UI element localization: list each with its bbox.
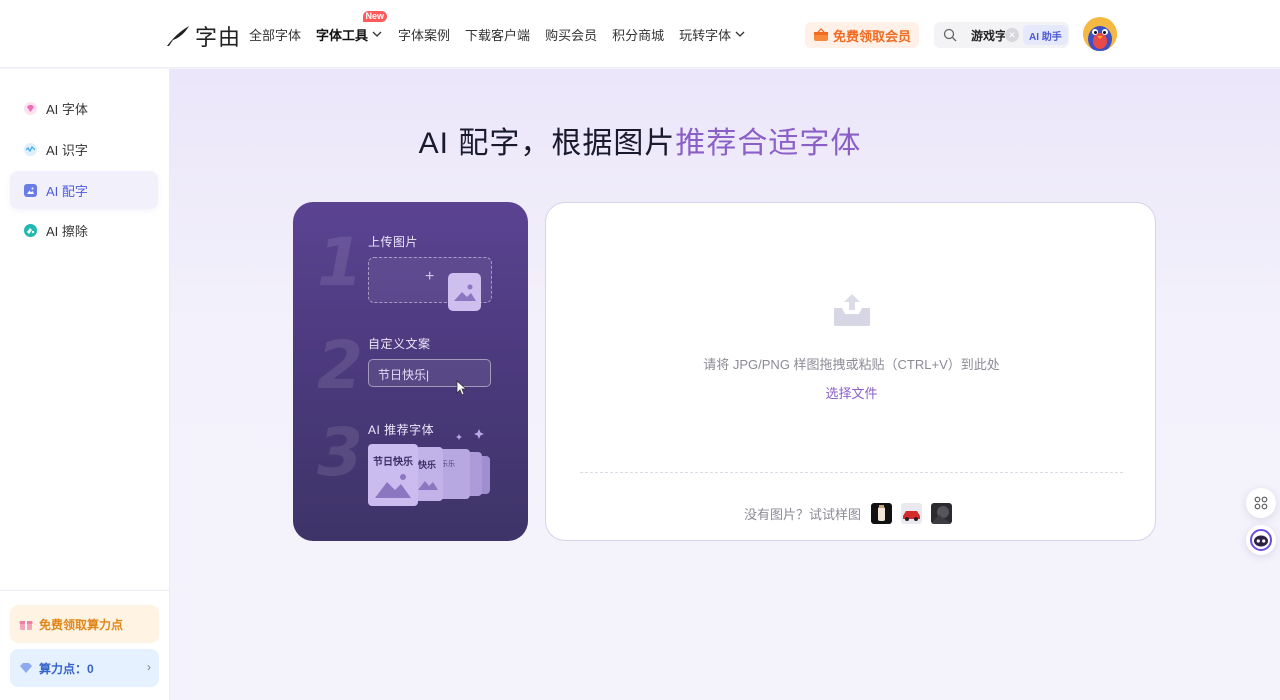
step-label: AI 推荐字体 xyxy=(368,423,435,437)
logo[interactable]: 字由 xyxy=(165,20,241,52)
search-bar: ✕ AI 助手 xyxy=(934,22,1069,48)
ai-helper-button[interactable]: AI 助手 xyxy=(1023,25,1068,45)
plus-icon: + xyxy=(425,268,435,285)
nav-label: 下载客户端 xyxy=(465,27,531,43)
drop-instructions: 请将 JPG/PNG 样图拖拽或粘贴（CTRL+V）到此处 xyxy=(703,357,1000,372)
free-points-label: 免费领取算力点 xyxy=(39,617,124,632)
image-icon xyxy=(24,183,37,197)
sample-images-row: 没有图片？试试样图 xyxy=(744,503,953,524)
free-vip-label: 免费领取会员 xyxy=(832,28,911,44)
nav-points-mall[interactable]: 积分商城 xyxy=(612,25,664,44)
picture-icon xyxy=(375,474,411,498)
upload-dropzone[interactable]: 请将 JPG/PNG 样图拖拽或粘贴（CTRL+V）到此处 选择文件 没有图片？… xyxy=(545,202,1156,541)
image-card-illustration xyxy=(448,273,481,311)
text-input-illustration: 节日快乐| xyxy=(368,359,491,387)
page-title: AI 配字，根据图片推荐合适字体 xyxy=(0,118,1280,162)
font-card-text: 快乐 xyxy=(418,460,437,470)
font-card-text: 乐乐 xyxy=(441,461,455,468)
ai-assistant-button[interactable] xyxy=(1246,525,1276,555)
gift-box-icon xyxy=(813,28,828,41)
gift-icon xyxy=(19,620,33,630)
sidebar-item-ai-match[interactable]: AI 配字 xyxy=(10,171,158,209)
sample-thumb-dark[interactable] xyxy=(931,503,953,524)
sparkle-icon xyxy=(456,429,484,440)
nav-label: 积分商城 xyxy=(612,27,665,43)
sample-thumb-bottle[interactable] xyxy=(871,503,893,524)
nav-label: 玩转字体 xyxy=(679,27,732,43)
nav-all-fonts[interactable]: 全部字体 xyxy=(249,25,301,44)
points-label: 算力点：0 xyxy=(39,661,94,676)
upload-tray-icon xyxy=(834,294,870,326)
nav-label: 字体工具 xyxy=(316,27,369,43)
step-label: 自定义文案 xyxy=(368,337,431,351)
sidebar-divider xyxy=(0,590,170,591)
free-points-button[interactable]: 免费领取算力点 xyxy=(10,605,159,643)
apps-grid-button[interactable] xyxy=(1246,488,1276,518)
step-number: 3 xyxy=(317,414,363,491)
top-header: 字由 全部字体 字体工具 New 字体案例 下载客户端 购买会员 积分商城 玩转… xyxy=(0,0,1280,68)
nav-download-client[interactable]: 下载客户端 xyxy=(465,25,530,44)
no-image-label: 没有图片？试试样图 xyxy=(744,507,862,522)
font-card-main: 节日快乐 xyxy=(368,444,418,506)
nav-label: 购买会员 xyxy=(545,27,598,43)
nav-play-fonts[interactable]: 玩转字体 xyxy=(679,25,746,44)
clear-search-icon[interactable]: ✕ xyxy=(1005,28,1019,42)
search-icon[interactable] xyxy=(943,28,957,42)
robot-face-icon xyxy=(1250,529,1272,551)
diamond-icon xyxy=(20,663,32,673)
user-avatar-icon xyxy=(1083,17,1117,51)
search-input[interactable] xyxy=(971,28,1005,42)
picture-icon xyxy=(418,481,438,490)
sample-thumb-car[interactable] xyxy=(901,503,923,524)
sidebar-item-label: AI 字体 xyxy=(46,101,88,117)
sidebar-item-ai-erase[interactable]: AI 擦除 xyxy=(10,211,158,249)
erase-icon xyxy=(24,223,37,237)
diamond-icon xyxy=(24,101,37,115)
chevron-right-icon: › xyxy=(147,660,151,674)
font-card-text: 节日快乐 xyxy=(373,457,413,468)
grid-icon xyxy=(1254,496,1268,510)
sidebar: AI 字体 AI 识字 AI 配字 AI 擦除 免费领取算力点 算力点：0 › xyxy=(0,69,170,700)
nav-label: 字体案例 xyxy=(398,27,451,43)
dashed-divider xyxy=(580,472,1123,473)
chevron-down-icon xyxy=(735,31,745,37)
sidebar-item-label: AI 擦除 xyxy=(46,223,88,239)
step-number: 1 xyxy=(317,224,363,301)
main-nav: 全部字体 字体工具 New 字体案例 下载客户端 购买会员 积分商城 玩转字体 xyxy=(249,0,746,68)
font-card-back: 快乐 xyxy=(415,447,443,501)
points-balance[interactable]: 算力点：0 › xyxy=(10,649,159,687)
steps-card: 1 上传图片 + 2 自定义文案 节日快乐| 3 AI 推荐字体 乐乐 快乐 节… xyxy=(293,202,528,541)
step-number: 2 xyxy=(317,327,363,404)
select-file-link[interactable]: 选择文件 xyxy=(546,383,1157,402)
chevron-down-icon xyxy=(372,31,382,37)
nav-label: 全部字体 xyxy=(249,27,302,43)
sidebar-item-label: AI 配字 xyxy=(46,183,88,199)
title-highlight: 推荐合适字体 xyxy=(675,127,862,160)
logo-text: 字由 xyxy=(195,26,242,51)
nav-font-tools[interactable]: 字体工具 New xyxy=(316,10,388,44)
cursor-icon xyxy=(456,380,468,396)
free-vip-button[interactable]: 免费领取会员 xyxy=(805,22,919,48)
title-plain: AI 配字，根据图片 xyxy=(418,127,676,160)
avatar[interactable] xyxy=(1083,17,1117,51)
nav-buy-vip[interactable]: 购买会员 xyxy=(545,25,597,44)
picture-icon xyxy=(454,284,476,301)
new-badge: New xyxy=(362,10,388,22)
step-label: 上传图片 xyxy=(368,235,419,249)
quill-logo-icon xyxy=(167,26,189,46)
nav-font-cases[interactable]: 字体案例 xyxy=(398,25,450,44)
